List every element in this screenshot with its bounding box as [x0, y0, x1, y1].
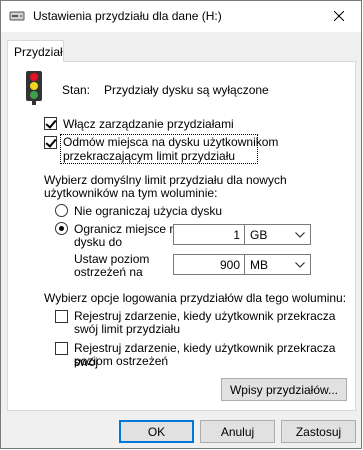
no-limit-radio[interactable] — [55, 204, 68, 217]
default-limit-heading-line2: użytkowników na tym woluminie: — [44, 186, 218, 200]
limit-radio[interactable] — [55, 222, 68, 235]
enable-quota-checkbox[interactable] — [44, 117, 57, 130]
log-warn-label-line2: poziom ostrzeżeń — [74, 354, 169, 368]
chevron-down-icon — [295, 262, 305, 268]
chevron-down-icon — [295, 232, 305, 238]
warn-value-input[interactable]: 900 — [173, 254, 245, 275]
title-bar[interactable]: Ustawienia przydziału dla dane (H:) — [1, 1, 361, 32]
quota-entries-button[interactable]: Wpisy przydziałów... — [221, 378, 347, 401]
warn-label-line1: Ustaw poziom — [74, 252, 150, 266]
deny-space-checkbox[interactable] — [44, 136, 57, 149]
close-button[interactable] — [317, 1, 361, 31]
warn-unit-value: MB — [250, 258, 268, 272]
limit-unit-value: GB — [250, 228, 268, 242]
window-title: Ustawienia przydziału dla dane (H:) — [33, 9, 222, 23]
tab-panel: Stan: Przydziały dysku są wyłączone Włąc… — [7, 61, 356, 411]
traffic-light-icon — [23, 71, 45, 108]
limit-unit-select[interactable]: GB — [244, 224, 311, 245]
warn-label-line2: ostrzeżeń na — [74, 265, 143, 279]
ok-button[interactable]: OK — [119, 420, 194, 443]
warn-unit-select[interactable]: MB — [244, 254, 311, 275]
log-limit-label-line2: swój limit przydziału — [74, 322, 181, 336]
limit-label-line2: dysku do — [74, 235, 123, 249]
limit-label-line1: Ogranicz miejsce na — [74, 222, 183, 236]
drive-icon — [9, 9, 25, 23]
status-label: Stan: — [62, 83, 91, 97]
limit-value-input[interactable]: 1 — [173, 224, 245, 245]
deny-space-label-line1: Odmów miejsca na dysku użytkownikom — [63, 135, 279, 149]
log-limit-checkbox[interactable] — [55, 310, 68, 323]
default-limit-heading-line1: Wybierz domyślny limit przydziału dla no… — [44, 173, 287, 187]
apply-button[interactable]: Zastosuj — [281, 420, 356, 443]
tab-quota[interactable]: Przydział — [7, 40, 64, 62]
no-limit-label: Nie ograniczaj użycia dysku — [74, 204, 223, 218]
enable-quota-label: Włącz zarządzanie przydziałami — [63, 117, 234, 131]
cancel-button[interactable]: Anuluj — [200, 420, 275, 443]
deny-space-label-line2: przekraczającym limit przydziału — [63, 149, 236, 163]
log-limit-label-line1: Rejestruj zdarzenie, kiedy użytkownik pr… — [74, 309, 336, 323]
log-warn-checkbox[interactable] — [55, 342, 68, 355]
status-value: Przydziały dysku są wyłączone — [104, 83, 269, 97]
close-icon — [334, 11, 344, 21]
tab-bar: Przydział — [1, 32, 361, 62]
logging-heading: Wybierz opcje logowania przydziałów dla … — [44, 291, 347, 305]
quota-settings-dialog: Ustawienia przydziału dla dane (H:) Przy… — [0, 0, 362, 449]
